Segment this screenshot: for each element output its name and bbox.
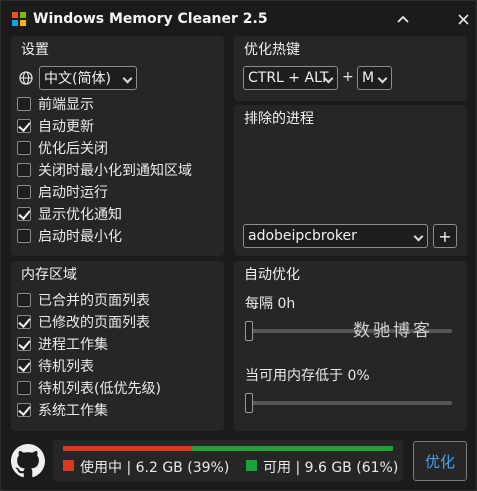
- window-title: Windows Memory Cleaner 2.5: [33, 11, 268, 27]
- checkbox-checked[interactable]: [17, 359, 31, 373]
- hotkey-modifier-select[interactable]: CTRL + ALT: [243, 66, 338, 90]
- app-logo-icon: [12, 12, 26, 26]
- checkbox-label: 启动时最小化: [38, 229, 122, 245]
- close-button[interactable]: [453, 9, 473, 29]
- threshold-label: 当可用内存低于 0%: [245, 368, 370, 384]
- minimize-button[interactable]: [393, 9, 413, 29]
- maximize-icon: [435, 13, 447, 25]
- checkbox-unchecked[interactable]: [17, 229, 31, 243]
- checkbox-row[interactable]: 已合并的页面列表: [17, 290, 150, 310]
- checkbox-label: 优化后关闭: [38, 141, 108, 157]
- checkbox-checked[interactable]: [17, 403, 31, 417]
- checkbox-label: 自动更新: [38, 119, 94, 135]
- maximize-button[interactable]: [431, 9, 451, 29]
- checkbox-row[interactable]: 优化后关闭: [17, 138, 108, 158]
- hotkey-title: 优化热键: [244, 42, 300, 58]
- process-value: adobeipcbroker: [248, 228, 357, 244]
- checkbox-label: 前端显示: [38, 97, 94, 113]
- checkbox-row[interactable]: 前端显示: [17, 94, 94, 114]
- checkbox-row[interactable]: 显示优化通知: [17, 204, 122, 224]
- settings-panel: 设置 中文(简体) 前端显示自动更新优化后关闭关闭时最小化到通知区域 启动时运行显…: [11, 36, 224, 256]
- watermark: 数驰博客: [353, 321, 433, 341]
- memory-areas-panel: 内存区域 已合并的页面列表 已修改的页面列表 进程工作集待机列表待机列表(低优先级)…: [11, 261, 224, 431]
- checkbox-unchecked[interactable]: [17, 163, 31, 177]
- checkbox-unchecked[interactable]: [17, 185, 31, 199]
- checkbox-label: 待机列表: [38, 359, 94, 375]
- checkbox-checked[interactable]: [17, 315, 31, 329]
- threshold-slider-track[interactable]: [246, 401, 452, 405]
- hotkey-key-value: M: [362, 70, 375, 86]
- hotkey-panel: 优化热键 CTRL + ALT + M: [234, 36, 467, 101]
- checkbox-row[interactable]: 待机列表: [17, 356, 94, 376]
- checkbox-label: 启动时运行: [38, 185, 108, 201]
- close-icon: [457, 13, 469, 25]
- checkbox-unchecked[interactable]: [17, 381, 31, 395]
- checkbox-row[interactable]: 自动更新: [17, 116, 94, 136]
- checkbox-row[interactable]: 关闭时最小化到通知区域: [17, 160, 192, 180]
- checkbox-row[interactable]: 启动时最小化: [17, 226, 122, 246]
- hotkey-plus: +: [342, 69, 354, 85]
- memory-free-text: 可用 | 9.6 GB (61%): [263, 460, 399, 476]
- memory-status-panel: 使用中 | 6.2 GB (39%) 可用 | 9.6 GB (61%): [53, 440, 403, 482]
- optimize-button[interactable]: 优化: [413, 441, 467, 481]
- memory-free-bar: [192, 446, 393, 451]
- interval-slider-thumb[interactable]: [245, 321, 253, 341]
- checkbox-row[interactable]: 进程工作集: [17, 334, 108, 354]
- checkbox-label: 显示优化通知: [38, 207, 122, 223]
- memory-areas-title: 内存区域: [21, 267, 77, 283]
- language-value: 中文(简体): [44, 71, 111, 87]
- checkbox-row[interactable]: 待机列表(低优先级): [17, 378, 161, 398]
- excluded-title: 排除的进程: [244, 111, 314, 127]
- excluded-processes-panel: 排除的进程 adobeipcbroker +: [234, 105, 467, 256]
- memory-used-text: 使用中 | 6.2 GB (39%): [80, 460, 230, 476]
- optimize-label: 优化: [424, 452, 455, 471]
- hotkey-key-select[interactable]: M: [357, 66, 392, 90]
- globe-icon: [19, 70, 33, 89]
- add-process-button[interactable]: +: [433, 224, 457, 248]
- language-select[interactable]: 中文(简体): [39, 66, 137, 90]
- auto-optimize-title: 自动优化: [244, 267, 300, 283]
- checkbox-row[interactable]: 启动时运行: [17, 182, 108, 202]
- interval-label: 每隔 0h: [245, 296, 296, 312]
- checkbox-label: 进程工作集: [38, 337, 108, 353]
- checkbox-unchecked[interactable]: [17, 293, 31, 307]
- used-legend-icon: [63, 460, 74, 471]
- checkbox-unchecked[interactable]: [17, 141, 31, 155]
- chevron-down-icon: [122, 73, 133, 84]
- chevron-down-icon: [413, 231, 424, 242]
- checkbox-checked[interactable]: [17, 337, 31, 351]
- checkbox-unchecked[interactable]: [17, 97, 31, 111]
- free-legend-icon: [246, 460, 257, 471]
- checkbox-label: 待机列表(低优先级): [38, 381, 161, 397]
- chevron-down-icon: [377, 73, 388, 84]
- checkbox-label: 关闭时最小化到通知区域: [38, 163, 192, 179]
- checkbox-label: 系统工作集: [38, 403, 108, 419]
- chevron-up-icon: [397, 15, 409, 23]
- threshold-slider-thumb[interactable]: [245, 393, 253, 413]
- checkbox-checked[interactable]: [17, 207, 31, 221]
- hotkey-modifier-value: CTRL + ALT: [248, 70, 329, 86]
- settings-title: 设置: [21, 42, 49, 58]
- checkbox-row[interactable]: 系统工作集: [17, 400, 108, 420]
- checkbox-label: 已合并的页面列表: [38, 293, 150, 309]
- github-icon[interactable]: [11, 444, 45, 482]
- app-window: Windows Memory Cleaner 2.5 设置 中文(简体) 前端显…: [0, 0, 477, 491]
- process-select[interactable]: adobeipcbroker: [243, 224, 428, 248]
- title-bar[interactable]: Windows Memory Cleaner 2.5: [1, 1, 476, 37]
- checkbox-row[interactable]: 已修改的页面列表: [17, 312, 150, 332]
- memory-used-bar: [63, 446, 192, 451]
- checkbox-checked[interactable]: [17, 119, 31, 133]
- add-icon: +: [438, 226, 452, 246]
- auto-optimize-panel: 自动优化 每隔 0h 当可用内存低于 0%: [234, 261, 467, 431]
- checkbox-label: 已修改的页面列表: [38, 315, 150, 331]
